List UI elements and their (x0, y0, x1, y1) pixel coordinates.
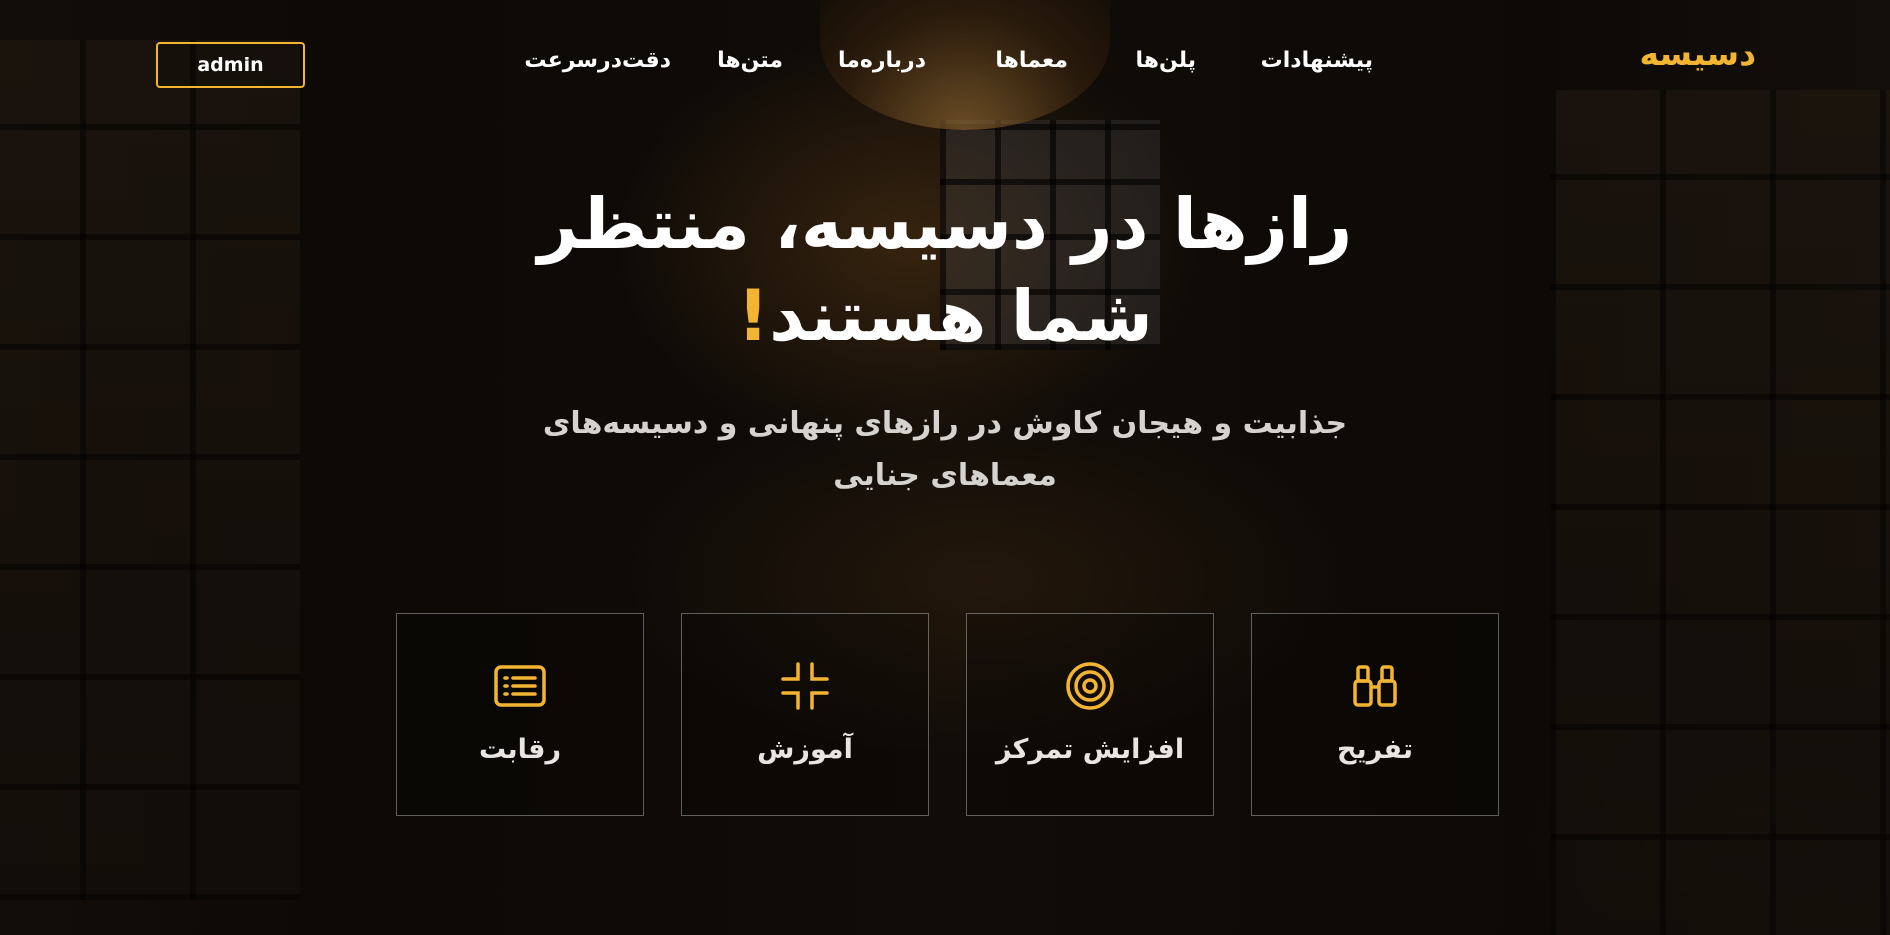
hero-title: رازها در دسیسه، منتظر شما هستند! (0, 178, 1890, 362)
nav-item-about[interactable]: درباره‌ما (838, 48, 926, 73)
target-icon (1064, 660, 1116, 712)
brand-logo[interactable]: دسیسه (1640, 34, 1756, 73)
hero-subtitle-line1: جذابیت و هیجان کاوش در رازهای پنهانی و د… (542, 406, 1348, 441)
feature-card-focus[interactable]: افزایش تمرکز (966, 613, 1214, 816)
navbar: دسیسه پیشنهادات پلن‌ها معماها درباره‌ما … (0, 0, 1890, 130)
feature-card-fun[interactable]: تفریح (1251, 613, 1499, 816)
feature-label: افزایش تمرکز (995, 734, 1185, 765)
feature-label: رقابت (478, 734, 562, 765)
list-icon (494, 660, 546, 712)
feature-card-competition[interactable]: رقابت (396, 613, 644, 816)
admin-button[interactable]: admin (156, 42, 305, 88)
hero-title-line2: شما هستند! (0, 270, 1890, 362)
compress-arrows-icon (779, 660, 831, 712)
feature-card-education[interactable]: آموزش (681, 613, 929, 816)
hero-title-exclaim: ! (737, 275, 770, 357)
feature-label: آموزش (757, 734, 853, 765)
hero-subtitle-line2: معماهای جنایی (833, 458, 1057, 493)
hero-title-line2-text: شما هستند (769, 275, 1153, 357)
hero-title-line1: رازها در دسیسه، منتظر (537, 183, 1353, 265)
binoculars-icon (1349, 660, 1401, 712)
nav-item-speed-accuracy[interactable]: دقت‌در‌سرعت (524, 48, 671, 73)
nav-item-plans[interactable]: پلن‌ها (1135, 48, 1196, 73)
hero-subtitle: جذابیت و هیجان کاوش در رازهای پنهانی و د… (0, 398, 1890, 502)
feature-label: تفریح (1337, 734, 1413, 765)
nav-item-puzzles[interactable]: معماها (995, 48, 1068, 73)
nav-item-texts[interactable]: متن‌ها (717, 48, 783, 73)
page: دسیسه پیشنهادات پلن‌ها معماها درباره‌ما … (0, 0, 1890, 935)
nav-item-offers[interactable]: پیشنهادات (1261, 48, 1373, 73)
